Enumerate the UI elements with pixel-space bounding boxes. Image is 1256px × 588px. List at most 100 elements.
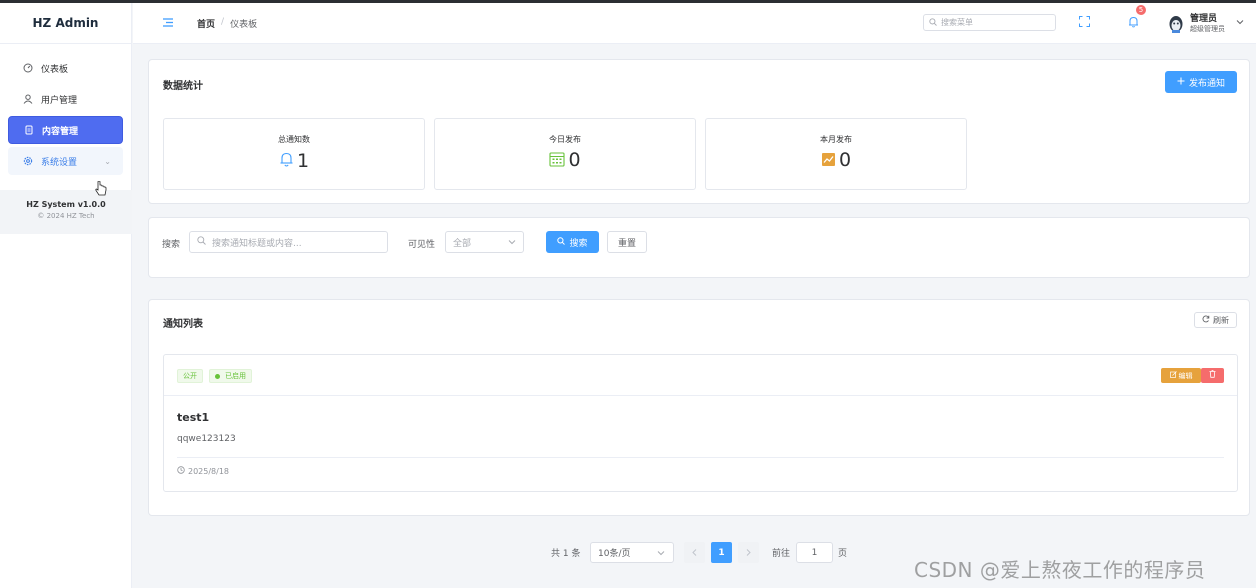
avatar[interactable] (1167, 14, 1185, 34)
breadcrumb-home[interactable]: 首页 (197, 17, 215, 30)
visibility-value: 全部 (453, 238, 472, 249)
status-dot-icon (215, 373, 220, 379)
chevron-left-icon (692, 549, 697, 556)
calendar-icon (549, 151, 566, 170)
page-size-select[interactable]: 10条/页 (590, 542, 674, 563)
sidebar-item-label: 内容管理 (42, 126, 79, 137)
notice-search-input[interactable]: 搜索通知标题或内容... (189, 231, 388, 253)
copyright-text: © 2024 HZ Tech (37, 212, 95, 220)
bell-icon (279, 151, 294, 171)
divider (177, 457, 1224, 458)
user-icon (22, 94, 34, 104)
breadcrumb-separator: / (221, 17, 225, 27)
chevron-right-icon (746, 549, 751, 556)
user-role: 超级管理员 (1190, 25, 1225, 33)
notice-content: qqwe123123 (177, 434, 236, 444)
notification-bell-icon[interactable] (1128, 16, 1139, 31)
refresh-icon (1202, 315, 1210, 325)
stat-today-published: 今日发布 0 (434, 118, 696, 190)
goto-label: 前往 (772, 549, 791, 559)
status-badge: 已启用 (209, 369, 252, 383)
menu-toggle-icon[interactable] (163, 18, 173, 30)
sidebar: HZ Admin 仪表板 用户管理 内容管理 系统设置 ⌄ HZ System … (0, 3, 132, 588)
divider (164, 395, 1237, 396)
search-placeholder: 搜索通知标题或内容... (212, 238, 302, 249)
visibility-label: 可见性 (408, 240, 436, 250)
stat-value: 0 (838, 149, 852, 171)
edit-label: 编辑 (1178, 371, 1193, 380)
gear-icon (22, 156, 34, 166)
user-name[interactable]: 管理员 (1190, 11, 1217, 24)
edit-button[interactable]: 编辑 (1161, 368, 1201, 383)
sidebar-menu: 仪表板 用户管理 内容管理 系统设置 ⌄ (0, 44, 131, 175)
refresh-label: 刷新 (1213, 315, 1229, 325)
stat-value: 0 (568, 149, 581, 171)
search-label: 搜索 (162, 240, 181, 250)
filter-card: 搜索 搜索通知标题或内容... 可见性 全部 搜索 重置 (148, 217, 1250, 278)
trash-icon (1209, 370, 1216, 381)
notice-list-card: 通知列表 刷新 公开 已启用 编辑 test1 qqwe123123 2025/… (148, 299, 1250, 516)
plus-icon (1177, 77, 1185, 88)
menu-search-input[interactable]: 搜索菜单 (923, 14, 1056, 31)
sidebar-item-label: 系统设置 (41, 157, 78, 168)
sidebar-footer: HZ System v1.0.0 © 2024 HZ Tech (0, 190, 132, 234)
search-button[interactable]: 搜索 (546, 231, 599, 253)
goto-page-input[interactable]: 1 (796, 542, 833, 563)
search-icon (929, 17, 937, 28)
stats-card: 数据统计 发布通知 总通知数 1 今日发布 0 本月发布 0 (148, 59, 1250, 204)
date-text: 2025/8/18 (188, 466, 230, 476)
next-page-button[interactable] (738, 542, 759, 563)
chevron-down-icon (657, 549, 665, 559)
sidebar-item-label: 用户管理 (41, 95, 78, 106)
page-size-value: 10条/页 (598, 549, 631, 559)
chevron-down-icon: ⌄ (104, 156, 111, 166)
stat-label: 本月发布 (820, 135, 852, 144)
stat-total-notices: 总通知数 1 (163, 118, 425, 190)
delete-button[interactable] (1201, 368, 1224, 383)
stat-label: 总通知数 (278, 135, 310, 144)
clock-icon (177, 466, 185, 476)
sidebar-item-users[interactable]: 用户管理 (8, 85, 123, 113)
stats-title: 数据统计 (163, 81, 203, 92)
sidebar-item-label: 仪表板 (41, 64, 69, 75)
search-placeholder: 搜索菜单 (941, 18, 973, 27)
reset-button[interactable]: 重置 (607, 231, 647, 253)
stat-label: 今日发布 (549, 135, 581, 144)
publish-notice-button[interactable]: 发布通知 (1165, 71, 1237, 93)
pagination-total: 共 1 条 (551, 549, 581, 559)
fullscreen-icon[interactable] (1079, 16, 1090, 30)
notice-title: test1 (177, 411, 210, 424)
notice-item[interactable]: 公开 已启用 编辑 test1 qqwe123123 2025/8/18 (163, 354, 1238, 492)
publish-label: 发布通知 (1188, 78, 1225, 89)
breadcrumb: 首页 / 仪表板 (197, 17, 257, 30)
hand-cursor-icon (95, 180, 107, 200)
top-header: 首页 / 仪表板 搜索菜单 5 管理员 超级管理员 (133, 3, 1256, 44)
document-icon (23, 125, 35, 135)
edit-icon (1169, 371, 1177, 380)
chevron-down-icon (508, 238, 516, 248)
prev-page-button[interactable] (684, 542, 705, 563)
version-text: HZ System v1.0.0 (26, 200, 106, 209)
goto-suffix: 页 (838, 549, 848, 559)
search-button-label: 搜索 (569, 238, 588, 249)
search-icon (197, 236, 206, 248)
chevron-down-icon[interactable] (1236, 18, 1244, 28)
sidebar-item-settings[interactable]: 系统设置 ⌄ (8, 147, 123, 175)
notification-badge: 5 (1135, 4, 1147, 16)
status-text: 已启用 (225, 372, 246, 380)
notice-date: 2025/8/18 (177, 466, 229, 476)
stat-month-published: 本月发布 0 (705, 118, 967, 190)
stat-value: 1 (296, 149, 310, 172)
sidebar-item-content[interactable]: 内容管理 (8, 116, 123, 144)
watermark: CSDN @爱上熬夜工作的程序员 (914, 558, 1206, 582)
list-title: 通知列表 (163, 319, 203, 330)
trend-chart-icon (821, 152, 836, 170)
visibility-tag: 公开 (177, 369, 203, 383)
search-icon (557, 236, 566, 248)
refresh-button[interactable]: 刷新 (1194, 312, 1237, 328)
page-number-current[interactable]: 1 (711, 542, 732, 563)
breadcrumb-current: 仪表板 (230, 20, 258, 30)
sidebar-item-dashboard[interactable]: 仪表板 (8, 54, 123, 82)
visibility-select[interactable]: 全部 (445, 231, 524, 253)
dashboard-icon (22, 63, 34, 73)
